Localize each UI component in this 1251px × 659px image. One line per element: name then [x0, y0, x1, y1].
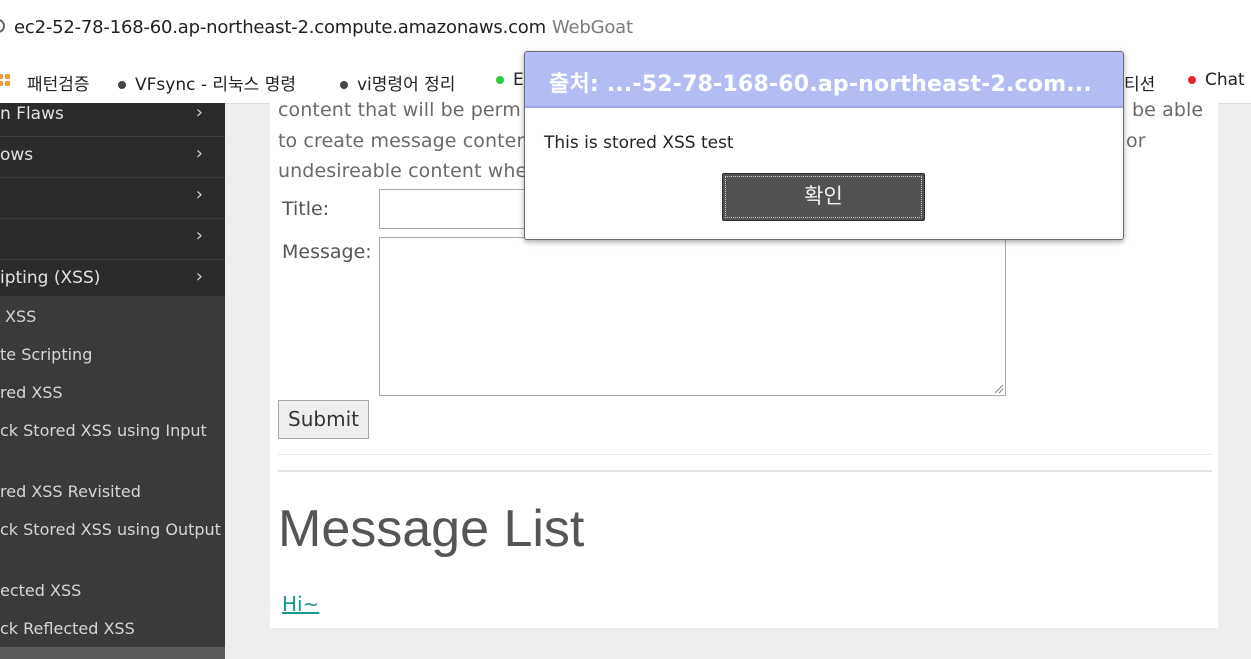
sidebar-category-4[interactable]: ›	[0, 219, 225, 260]
message-label: Message:	[282, 241, 372, 263]
bookmark-e[interactable]: E	[496, 70, 524, 90]
bookmark-label: E	[513, 70, 524, 90]
dialog-title: 출처: ...-52-78-168-60.ap-northeast-2.com.…	[549, 72, 1092, 97]
apps-grid-icon[interactable]	[0, 74, 16, 90]
divider	[278, 454, 1212, 455]
chevron-right-icon: ›	[195, 266, 203, 287]
sidebar-lesson-item[interactable]: ected XSS	[0, 581, 81, 600]
bookmark-favicon-icon	[118, 81, 126, 89]
bookmark-favicon-icon	[340, 81, 348, 89]
ok-button[interactable]: 확인	[722, 173, 925, 221]
page-title: WebGoat	[551, 17, 633, 38]
chevron-right-icon: ›	[195, 225, 203, 246]
sidebar-category-3[interactable]: ›	[0, 178, 225, 219]
bookmark-label: Chat	[1205, 70, 1245, 90]
title-label: Title:	[282, 198, 330, 220]
sidebar-active-lesson[interactable]	[0, 647, 225, 659]
bookmark-pattern-check[interactable]: 패턴검증	[27, 70, 90, 95]
bookmark-label: VFsync - 리눅스 명령	[135, 75, 296, 95]
sidebar-lesson-item[interactable]: te Scripting	[0, 345, 92, 364]
dialog-message: This is stored XSS test	[544, 133, 734, 153]
lesson-paragraph-line: undesireable content whe	[278, 160, 528, 182]
lesson-paragraph-line: to create message conten	[278, 130, 529, 152]
sidebar-lesson-item[interactable]: ck Reflected XSS	[0, 619, 135, 638]
bookmark-vfsync[interactable]: VFsync - 리눅스 명령	[118, 70, 296, 95]
category-label: n Flaws	[0, 104, 64, 124]
message-list-heading: Message List	[278, 500, 585, 558]
bookmark-favicon-icon	[496, 76, 504, 84]
bookmark-chat[interactable]: Chat	[1188, 70, 1245, 90]
url-host: ec2-52-78-168-60.ap-northeast-2.compute.…	[14, 17, 546, 38]
alert-dialog: 출처: ...-52-78-168-60.ap-northeast-2.com.…	[524, 51, 1124, 240]
lesson-paragraph-line: content that will be perm	[278, 99, 521, 121]
address-bar[interactable]: ec2-52-78-168-60.ap-northeast-2.compute.…	[0, 0, 1251, 57]
message-link[interactable]: Hi~	[282, 592, 319, 616]
bookmark-favicon-icon	[1188, 76, 1196, 84]
sidebar-lesson-item[interactable]: XSS	[5, 307, 36, 326]
lesson-paragraph-line: be able	[1132, 99, 1204, 121]
chevron-right-icon: ›	[195, 102, 203, 123]
bookmark-label: vi명령어 정리	[357, 75, 456, 95]
bookmark-partition[interactable]: 티션	[1124, 70, 1155, 95]
dialog-header: 출처: ...-52-78-168-60.ap-northeast-2.com.…	[525, 52, 1123, 108]
divider	[278, 470, 1212, 472]
sidebar-category-xss[interactable]: ipting (XSS) ›	[0, 260, 225, 301]
sidebar-lesson-item[interactable]: red XSS	[0, 383, 63, 402]
sidebar-lesson-list: XSS te Scripting red XSS ck Stored XSS u…	[0, 296, 225, 659]
category-label: ipting (XSS)	[0, 268, 101, 288]
sidebar-category-flaws[interactable]: n Flaws ›	[0, 96, 225, 137]
message-textarea[interactable]	[379, 237, 1006, 396]
bookmark-vi-commands[interactable]: vi명령어 정리	[340, 70, 455, 95]
chevron-right-icon: ›	[195, 184, 203, 205]
sidebar-lesson-item[interactable]: ck Stored XSS using Output	[0, 520, 221, 539]
resize-grip-icon[interactable]	[995, 385, 1003, 393]
category-label: ows	[0, 145, 34, 165]
sidebar-lesson-item[interactable]: ck Stored XSS using Input	[0, 421, 207, 440]
site-info-icon[interactable]	[0, 19, 5, 33]
chevron-right-icon: ›	[195, 143, 203, 164]
lesson-paragraph-line: or	[1126, 130, 1146, 152]
sidebar-lesson-item[interactable]: red XSS Revisited	[0, 482, 141, 501]
url-text[interactable]: ec2-52-78-168-60.ap-northeast-2.compute.…	[14, 17, 633, 38]
submit-button[interactable]: Submit	[278, 400, 369, 439]
sidebar-category-ows[interactable]: ows ›	[0, 137, 225, 178]
